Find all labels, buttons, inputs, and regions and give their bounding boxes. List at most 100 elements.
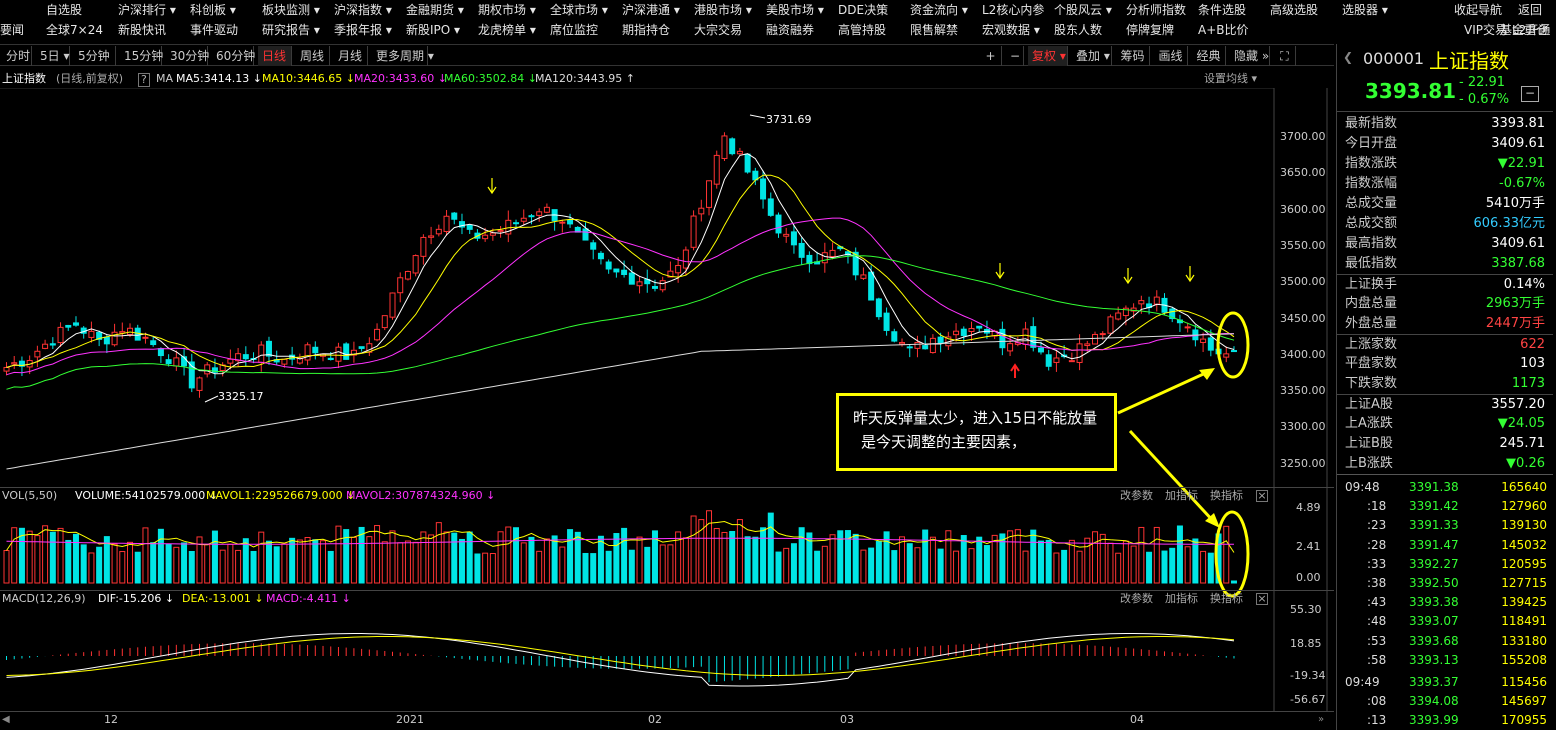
vol-add-indicator[interactable]: 加指标 (1165, 488, 1198, 504)
menu-item[interactable]: DDE决策 (838, 0, 888, 20)
chart-tool-button[interactable]: 画线 (1154, 46, 1188, 66)
tick-row[interactable]: :48 3393.07 118491 (1337, 612, 1553, 631)
menu-item[interactable]: 资金流向 ▾ (910, 0, 968, 20)
menu-item[interactable]: 研究报告 ▾ (262, 20, 320, 40)
chart-tool-button[interactable]: 叠加 ▾ (1072, 46, 1112, 66)
scroll-left-icon[interactable]: ◀ (2, 714, 10, 725)
menu-item[interactable]: 全球7×24 (46, 20, 103, 40)
chart-tool-button[interactable]: 复权 ▾ (1028, 46, 1068, 66)
candle-body (397, 277, 404, 294)
stat-value: 5410万手 (1485, 196, 1545, 211)
macd-close-icon[interactable]: × (1256, 593, 1268, 605)
menu-item[interactable]: 停牌复牌 (1126, 20, 1174, 40)
menu-item[interactable]: 条件选股 (1198, 0, 1246, 20)
volume-bar (1130, 545, 1137, 584)
menu-item[interactable]: 股东人数 (1054, 20, 1102, 40)
macd-switch-indicator[interactable]: 换指标 (1210, 591, 1243, 607)
date-axis[interactable]: ◀ » (0, 711, 1334, 730)
menu-item[interactable]: 新股IPO ▾ (406, 20, 460, 40)
tick-price: 3392.50 (1409, 576, 1459, 590)
menu-item[interactable]: 港股市场 ▾ (694, 0, 752, 20)
menu-item[interactable]: 板块监测 ▾ (262, 0, 320, 20)
menu-item[interactable]: 要闻 (0, 20, 24, 40)
menu-item[interactable]: 宏观数据 ▾ (982, 20, 1040, 40)
menu-item[interactable]: 科创板 ▾ (190, 0, 236, 20)
menu-item[interactable]: 金融期货 ▾ (406, 0, 464, 20)
volume-bar (72, 533, 79, 584)
menu-item[interactable]: 选股器 ▾ (1342, 0, 1388, 20)
vol-edit-params[interactable]: 改参数 (1120, 488, 1153, 504)
tick-row[interactable]: :38 3392.50 127715 (1337, 574, 1553, 593)
collapse-icon[interactable]: − (1521, 86, 1539, 102)
tick-row[interactable]: :43 3393.38 139425 (1337, 593, 1553, 612)
menu-item[interactable]: 沪深排行 ▾ (118, 0, 176, 20)
macd-edit-params[interactable]: 改参数 (1120, 591, 1153, 607)
tick-row[interactable]: :13 3393.99 170955 (1337, 711, 1553, 730)
menu-item[interactable]: 沪深指数 ▾ (334, 0, 392, 20)
tick-row[interactable]: 09:48 3391.38 165640 (1337, 478, 1553, 497)
chart-tool-button[interactable]: + (980, 46, 1002, 66)
menu-item[interactable]: 收起导航 (1454, 0, 1502, 20)
tick-row[interactable]: :08 3394.08 145697 (1337, 692, 1553, 711)
dif-value: DIF:-15.206 ↓ (98, 592, 175, 605)
menu-item[interactable]: 分析师指数 (1126, 0, 1186, 20)
volume-bar (273, 546, 280, 584)
menu-item[interactable]: 个股风云 ▾ (1054, 0, 1112, 20)
menu-item[interactable]: 大宗交易 (694, 20, 742, 40)
menu-item[interactable]: 自选股 (46, 0, 82, 20)
menu-item[interactable]: 高管持股 (838, 20, 886, 40)
chart-tool-button[interactable]: 隐藏 » (1230, 46, 1270, 66)
period-tab[interactable]: 60分钟 (212, 46, 255, 66)
tick-row[interactable]: :58 3393.13 155208 (1337, 651, 1553, 670)
scroll-right-icon[interactable]: » (1318, 714, 1324, 725)
menu-item[interactable]: 基金重仓 (1500, 20, 1548, 40)
menu-item[interactable]: A+B比价 (1198, 20, 1249, 40)
vol-switch-indicator[interactable]: 换指标 (1210, 488, 1243, 504)
menu-item[interactable]: L2核心内参 (982, 0, 1044, 20)
chart-tool-button[interactable]: 筹码 (1116, 46, 1150, 66)
tick-row[interactable]: :53 3393.68 133180 (1337, 632, 1553, 651)
vol-close-icon[interactable]: × (1256, 490, 1268, 502)
tick-row[interactable]: :18 3391.42 127960 (1337, 497, 1553, 516)
tick-row[interactable]: :28 3391.47 145032 (1337, 536, 1553, 555)
menu-item[interactable]: 席位监控 (550, 20, 598, 40)
candle-body (11, 362, 18, 365)
stat-value: ▼0.26 (1506, 456, 1545, 471)
period-tab[interactable]: 5分钟 (74, 46, 116, 66)
menu-item[interactable]: 期指持仓 (622, 20, 670, 40)
period-tab[interactable]: 5日 ▾ (36, 46, 70, 66)
candle-body (929, 337, 936, 354)
menu-item[interactable]: 龙虎榜单 ▾ (478, 20, 536, 40)
menu-item[interactable]: 沪深港通 ▾ (622, 0, 680, 20)
period-tab[interactable]: 15分钟 (120, 46, 163, 66)
macd-add-indicator[interactable]: 加指标 (1165, 591, 1198, 607)
ma-settings-button[interactable]: 设置均线 ▾ (1204, 70, 1257, 88)
menu-item[interactable]: 期权市场 ▾ (478, 0, 536, 20)
menu-item[interactable]: 全球市场 ▾ (550, 0, 608, 20)
chart-tool-button[interactable]: − (1006, 46, 1024, 66)
tick-row[interactable]: :33 3392.27 120595 (1337, 555, 1553, 574)
menu-item[interactable]: 返回 (1518, 0, 1542, 20)
period-tab[interactable]: 日线 (258, 46, 292, 66)
menu-item[interactable]: 美股市场 ▾ (766, 0, 824, 20)
period-tab[interactable]: 周线 (296, 46, 330, 66)
chart-tool-button[interactable]: 经典 (1192, 46, 1226, 66)
menu-item[interactable]: 高级选股 (1270, 0, 1318, 20)
period-tab[interactable]: 月线 (334, 46, 368, 66)
period-tab[interactable]: 30分钟 (166, 46, 209, 66)
menu-item[interactable]: 融资融券 (766, 20, 814, 40)
chart-tool-button[interactable]: ⛶ (1274, 46, 1296, 66)
menu-item[interactable]: 新股快讯 (118, 20, 166, 40)
tick-row[interactable]: 09:49 3393.37 115456 (1337, 673, 1553, 692)
candle-body (281, 358, 288, 365)
menu-item[interactable]: 季报年报 ▾ (334, 20, 392, 40)
expand-icon[interactable]: ❮ (1343, 50, 1353, 64)
period-tab[interactable]: 分时 (2, 46, 32, 66)
menu-item[interactable]: 限售解禁 (910, 20, 958, 40)
kline-chart[interactable] (0, 88, 1334, 730)
tick-row[interactable]: :23 3391.33 139130 (1337, 516, 1553, 535)
period-tab[interactable]: 更多周期 ▾ (372, 46, 434, 66)
menu-item[interactable]: 事件驱动 (190, 20, 238, 40)
tick-price: 3393.38 (1409, 595, 1459, 610)
help-icon[interactable]: ? (138, 73, 150, 87)
